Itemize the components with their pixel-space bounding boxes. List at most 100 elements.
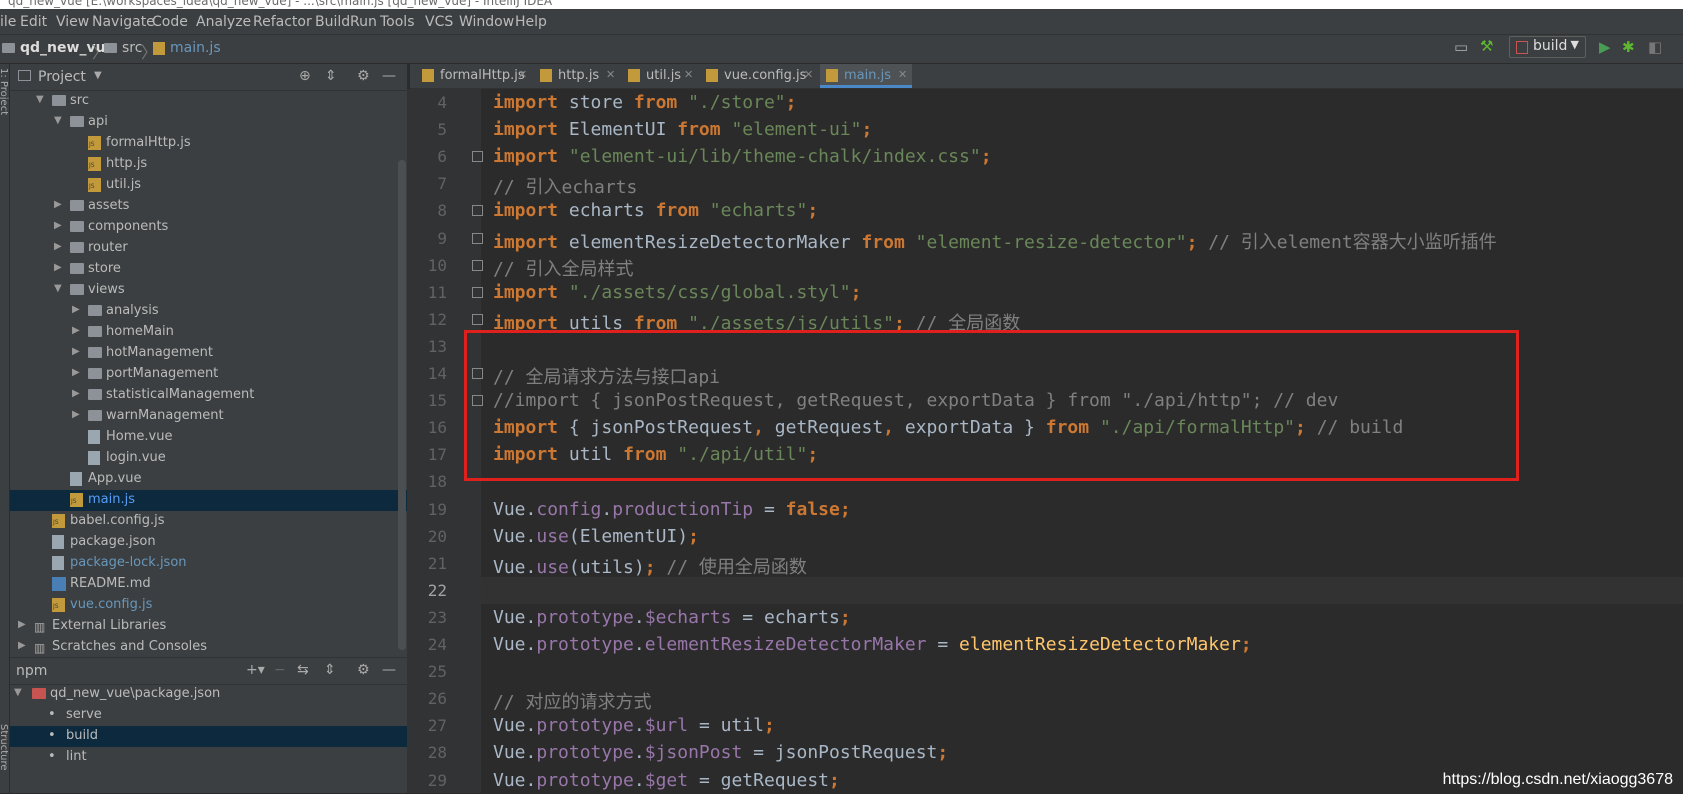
- code-line[interactable]: import "./assets/css/global.styl";: [481, 279, 1683, 306]
- fold-marker-icon[interactable]: [472, 259, 483, 271]
- tree-item[interactable]: ▼ src: [10, 91, 407, 112]
- add-icon[interactable]: +▾: [246, 662, 265, 678]
- fold-marker-icon[interactable]: [472, 205, 483, 217]
- tree-item[interactable]: main.js: [10, 490, 407, 511]
- minimize-icon[interactable]: —: [382, 68, 396, 84]
- menu-ile[interactable]: ile: [0, 14, 16, 30]
- run-configuration-select[interactable]: build ▼: [1509, 36, 1586, 58]
- tab-http-js[interactable]: http.js ✕: [534, 64, 620, 88]
- collapse-all-icon[interactable]: ⇕: [325, 68, 337, 84]
- code-line[interactable]: import ElementUI from "element-ui";: [481, 116, 1683, 143]
- tree-item[interactable]: ▶ assets: [10, 196, 407, 217]
- fold-marker-icon[interactable]: [472, 232, 483, 244]
- tab-main-js[interactable]: main.js ✕: [820, 64, 912, 88]
- project-panel-title[interactable]: Project: [38, 69, 86, 85]
- chevron-right-icon[interactable]: ▶: [18, 619, 26, 630]
- menu-edit[interactable]: Edit: [20, 14, 47, 30]
- tree-item[interactable]: ▶ ▥ Scratches and Consoles: [10, 637, 407, 658]
- chevron-right-icon[interactable]: ▶: [72, 346, 80, 357]
- tree-item[interactable]: ▶ analysis: [10, 301, 407, 322]
- npm-script-item[interactable]: • build: [10, 726, 407, 747]
- close-icon[interactable]: ✕: [898, 68, 907, 81]
- close-icon[interactable]: ✕: [606, 68, 615, 81]
- npm-script-item[interactable]: • lint: [10, 747, 407, 768]
- menu-view[interactable]: View: [56, 14, 89, 30]
- chevron-right-icon[interactable]: ▶: [72, 388, 80, 399]
- tree-item[interactable]: ▶ store: [10, 259, 407, 280]
- layout-icon[interactable]: ▭: [1454, 38, 1468, 56]
- menu-run[interactable]: Run: [350, 14, 377, 30]
- tree-item[interactable]: ▶ ▥ External Libraries: [10, 616, 407, 637]
- code-line[interactable]: Vue.prototype.$echarts = echarts;: [481, 604, 1683, 631]
- tree-item[interactable]: formalHttp.js: [10, 133, 407, 154]
- fold-marker-icon[interactable]: [472, 313, 483, 325]
- collapse-all-icon[interactable]: ⇕: [324, 662, 336, 678]
- fold-marker-icon[interactable]: [472, 286, 483, 298]
- code-line[interactable]: Vue.config.productionTip = false;: [481, 496, 1683, 523]
- code-line[interactable]: [481, 576, 1683, 604]
- tree-item[interactable]: ▶ warnManagement: [10, 406, 407, 427]
- chevron-right-icon[interactable]: ▶: [18, 640, 26, 651]
- tree-item[interactable]: vue.config.js: [10, 595, 407, 616]
- chevron-right-icon[interactable]: ▶: [72, 304, 80, 315]
- chevron-right-icon[interactable]: ▶: [72, 409, 80, 420]
- code-line[interactable]: import "element-ui/lib/theme-chalk/index…: [481, 143, 1683, 170]
- coverage-icon[interactable]: ◧: [1648, 38, 1662, 56]
- tree-item[interactable]: http.js: [10, 154, 407, 175]
- code-line[interactable]: [481, 658, 1683, 685]
- tree-item[interactable]: Home.vue: [10, 427, 407, 448]
- remove-icon[interactable]: −: [274, 662, 286, 678]
- tree-item[interactable]: babel.config.js: [10, 511, 407, 532]
- tree-item[interactable]: ▶ router: [10, 238, 407, 259]
- menu-navigate[interactable]: Navigate: [92, 14, 155, 30]
- fold-marker-icon[interactable]: [472, 368, 483, 379]
- tab-formalHttp-js[interactable]: formalHttp.js ✕: [416, 64, 532, 88]
- chevron-down-icon[interactable]: ▼: [54, 283, 62, 294]
- menu-vcs[interactable]: VCS: [425, 14, 453, 30]
- breadcrumb-folder[interactable]: src: [104, 40, 142, 56]
- tab-vue-config-js[interactable]: vue.config.js ✕: [700, 64, 818, 88]
- locate-file-icon[interactable]: ⊕: [299, 68, 311, 84]
- chevron-right-icon[interactable]: ▶: [72, 325, 80, 336]
- npm-script-item[interactable]: • serve: [10, 705, 407, 726]
- chevron-down-icon[interactable]: ▼: [14, 687, 22, 698]
- chevron-right-icon[interactable]: ▶: [54, 220, 62, 231]
- code-line[interactable]: Vue.prototype.$url = util;: [481, 712, 1683, 739]
- tree-item[interactable]: login.vue: [10, 448, 407, 469]
- code-line[interactable]: import echarts from "echarts";: [481, 197, 1683, 224]
- structure-tool-label[interactable]: Structure: [0, 724, 9, 771]
- tree-item[interactable]: ▼ views: [10, 280, 407, 301]
- tree-item[interactable]: ▼ api: [10, 112, 407, 133]
- code-line[interactable]: Vue.use(utils); // 使用全局函数: [481, 550, 1683, 578]
- refresh-icon[interactable]: ⇆: [297, 662, 309, 678]
- close-icon[interactable]: ✕: [804, 68, 813, 81]
- tree-item[interactable]: README.md: [10, 574, 407, 595]
- menu-tools[interactable]: Tools: [380, 14, 415, 30]
- chevron-right-icon[interactable]: ▶: [72, 367, 80, 378]
- close-icon[interactable]: ✕: [518, 68, 527, 81]
- tree-item[interactable]: ▶ statisticalManagement: [10, 385, 407, 406]
- fold-marker-icon[interactable]: [472, 395, 483, 407]
- code-line[interactable]: import elementResizeDetectorMaker from "…: [481, 225, 1683, 253]
- menu-refactor[interactable]: Refactor: [253, 14, 312, 30]
- gear-icon[interactable]: ⚙: [357, 68, 370, 84]
- code-line[interactable]: import store from "./store";: [481, 89, 1683, 116]
- debug-icon[interactable]: ✱: [1622, 38, 1635, 56]
- build-hammer-icon[interactable]: ⚒: [1480, 37, 1493, 55]
- code-line[interactable]: import utils from "./assets/js/utils"; /…: [481, 306, 1683, 334]
- menu-help[interactable]: Help: [515, 14, 547, 30]
- gear-icon[interactable]: ⚙: [357, 662, 370, 678]
- menu-code[interactable]: Code: [152, 14, 188, 30]
- npm-panel-title[interactable]: npm: [16, 663, 47, 679]
- project-scrollbar[interactable]: [398, 160, 406, 650]
- tree-item[interactable]: ▶ components: [10, 217, 407, 238]
- chevron-right-icon[interactable]: ▶: [54, 241, 62, 252]
- menu-build[interactable]: Build: [315, 14, 350, 30]
- chevron-down-icon[interactable]: ▼: [54, 115, 62, 126]
- tree-item[interactable]: ▶ portManagement: [10, 364, 407, 385]
- close-icon[interactable]: ✕: [684, 68, 693, 81]
- code-line[interactable]: Vue.prototype.$jsonPost = jsonPostReques…: [481, 739, 1683, 766]
- chevron-right-icon[interactable]: ▶: [54, 262, 62, 273]
- menu-window[interactable]: Window: [459, 14, 514, 30]
- tree-item[interactable]: util.js: [10, 175, 407, 196]
